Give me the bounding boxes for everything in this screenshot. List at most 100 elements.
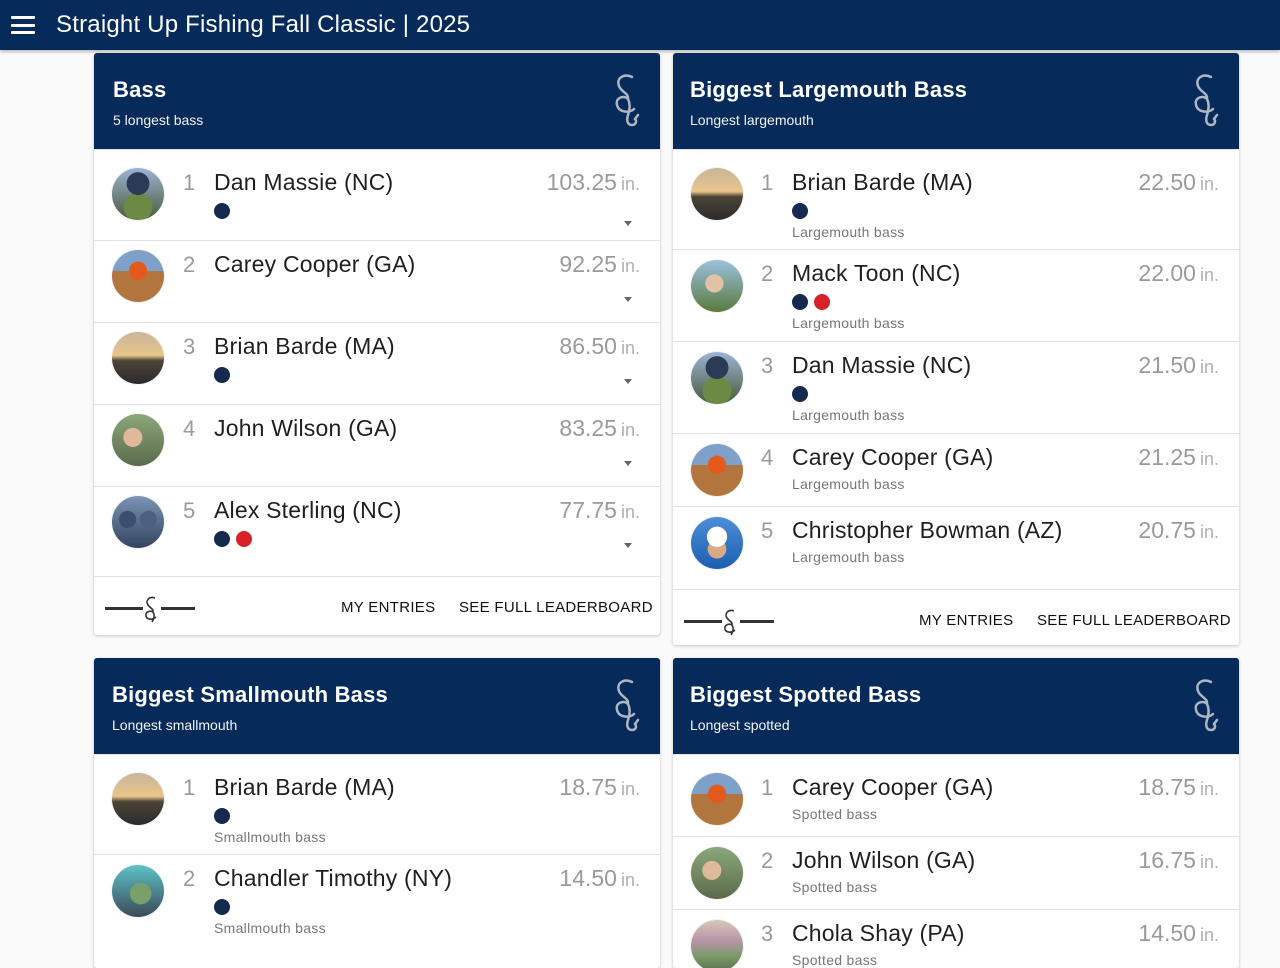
card-footer: MY ENTRIES SEE FULL LEADERBOARD bbox=[673, 589, 1239, 645]
score: 20.75 in. bbox=[1138, 517, 1219, 543]
list-item[interactable]: 4 John Wilson (GA) 83.25 in. bbox=[94, 404, 660, 486]
caret-down-icon[interactable] bbox=[624, 297, 632, 302]
caret-down-icon[interactable] bbox=[624, 221, 632, 226]
angler-name: Alex Sterling (NC) bbox=[214, 497, 402, 523]
card-header: Biggest Smallmouth Bass Longest smallmou… bbox=[94, 658, 660, 754]
rank: 3 bbox=[183, 334, 196, 359]
avatar bbox=[112, 496, 164, 548]
list-item[interactable]: 2 John Wilson (GA) 16.75 in. Spotted bass bbox=[673, 836, 1239, 909]
card-subtitle: Longest smallmouth bbox=[112, 717, 238, 733]
list-item[interactable]: 2 Carey Cooper (GA) 92.25 in. bbox=[94, 240, 660, 322]
angler-name: Dan Massie (NC) bbox=[792, 352, 972, 378]
list-item[interactable]: 1 Brian Barde (MA) 18.75 in. Smallmouth b… bbox=[94, 754, 660, 854]
fishing-chaos-badge-icon bbox=[214, 808, 230, 824]
rank: 2 bbox=[183, 252, 196, 277]
badges bbox=[214, 808, 230, 824]
lips-badge-icon bbox=[814, 294, 830, 310]
angler-name: Mack Toon (NC) bbox=[792, 260, 961, 286]
avatar bbox=[691, 847, 743, 899]
category-label: Smallmouth bass bbox=[214, 920, 326, 936]
fishing-chaos-badge-icon bbox=[792, 386, 808, 402]
list-item[interactable]: 1 Carey Cooper (GA) 18.75 in. Spotted bas… bbox=[673, 754, 1239, 836]
category-label: Largemouth bass bbox=[792, 476, 905, 492]
leaderboard-card-bass: Bass 5 longest bass 1 Dan Massie (NC) 10… bbox=[94, 53, 660, 635]
caret-down-icon[interactable] bbox=[624, 543, 632, 548]
leaderboard-card-smallmouth: Biggest Smallmouth Bass Longest smallmou… bbox=[94, 658, 660, 968]
rank: 1 bbox=[183, 775, 196, 800]
list-item[interactable]: 1 Dan Massie (NC) 103.25 in. bbox=[94, 149, 660, 240]
badges bbox=[214, 203, 230, 219]
list-item[interactable]: 2 Chandler Timothy (NY) 14.50 in. Smallmo… bbox=[94, 854, 660, 955]
avatar bbox=[691, 920, 743, 968]
angler-name: John Wilson (GA) bbox=[792, 847, 976, 873]
score: 16.75 in. bbox=[1138, 847, 1219, 873]
caret-down-icon[interactable] bbox=[624, 461, 632, 466]
list-item[interactable]: 2 Mack Toon (NC) 22.00 in. Largemouth bas… bbox=[673, 249, 1239, 341]
fishing-chaos-emblem-icon bbox=[615, 74, 640, 127]
fishing-chaos-badge-icon bbox=[214, 367, 230, 383]
rank: 1 bbox=[761, 775, 774, 800]
badges bbox=[214, 367, 230, 383]
rank: 5 bbox=[183, 498, 196, 523]
list-item[interactable]: 5 Christopher Bowman (AZ) 20.75 in. Large… bbox=[673, 506, 1239, 589]
avatar bbox=[691, 260, 743, 312]
fishing-chaos-badge-icon bbox=[214, 203, 230, 219]
card-title: Bass bbox=[113, 77, 167, 102]
list-item[interactable]: 4 Carey Cooper (GA) 21.25 in. Largemouth … bbox=[673, 433, 1239, 506]
rank: 4 bbox=[761, 445, 774, 470]
angler-name: Brian Barde (MA) bbox=[214, 774, 395, 800]
list-item[interactable]: 3 Chola Shay (PA) 14.50 in. Spotted bass bbox=[673, 909, 1239, 968]
angler-name: Brian Barde (MA) bbox=[792, 169, 973, 195]
score: 92.25 in. bbox=[559, 251, 640, 277]
rank: 1 bbox=[761, 170, 774, 195]
angler-name: Brian Barde (MA) bbox=[214, 333, 395, 359]
card-header: Biggest Spotted Bass Longest spotted bbox=[673, 658, 1239, 754]
score: 103.25 in. bbox=[546, 169, 640, 195]
list-item[interactable]: 3 Dan Massie (NC) 21.50 in. Largemouth ba… bbox=[673, 341, 1239, 433]
avatar bbox=[112, 168, 164, 220]
list-item[interactable]: 5 Alex Sterling (NC) 77.75 in. bbox=[94, 486, 660, 576]
score: 14.50 in. bbox=[559, 865, 640, 891]
app-title: Straight Up Fishing Fall Classic | 2025 bbox=[56, 11, 471, 38]
fishing-chaos-emblem-icon bbox=[615, 679, 640, 732]
category-label: Spotted bass bbox=[792, 952, 878, 968]
category-label: Largemouth bass bbox=[792, 407, 905, 423]
score: 22.50 in. bbox=[1138, 169, 1219, 195]
card-footer: MY ENTRIES SEE FULL LEADERBOARD bbox=[94, 576, 660, 635]
badges bbox=[792, 294, 830, 310]
caret-down-icon[interactable] bbox=[624, 379, 632, 384]
app-bar: Straight Up Fishing Fall Classic | 2025 bbox=[0, 0, 1280, 50]
see-full-leaderboard-button[interactable]: SEE FULL LEADERBOARD bbox=[1037, 612, 1231, 629]
score: 86.50 in. bbox=[559, 333, 640, 359]
hamburger-menu-icon[interactable] bbox=[11, 16, 35, 34]
angler-name: John Wilson (GA) bbox=[214, 415, 398, 441]
avatar bbox=[112, 332, 164, 384]
avatar bbox=[112, 773, 164, 825]
fishing-chaos-logo bbox=[684, 609, 774, 636]
angler-name: Dan Massie (NC) bbox=[214, 169, 394, 195]
card-title: Biggest Smallmouth Bass bbox=[112, 682, 388, 707]
card-title: Biggest Largemouth Bass bbox=[690, 77, 968, 102]
list-item[interactable]: 3 Brian Barde (MA) 86.50 in. bbox=[94, 322, 660, 404]
avatar bbox=[691, 517, 743, 569]
my-entries-button[interactable]: MY ENTRIES bbox=[919, 612, 1013, 629]
angler-name: Chola Shay (PA) bbox=[792, 920, 965, 946]
fishing-chaos-emblem-icon bbox=[1194, 74, 1219, 127]
avatar bbox=[691, 352, 743, 404]
fishing-chaos-logo bbox=[105, 596, 195, 623]
card-subtitle: 5 longest bass bbox=[113, 112, 204, 128]
score: 22.00 in. bbox=[1138, 260, 1219, 286]
angler-name: Christopher Bowman (AZ) bbox=[792, 517, 1063, 543]
card-subtitle: Longest largemouth bbox=[690, 112, 814, 128]
avatar bbox=[691, 773, 743, 825]
rank: 2 bbox=[761, 848, 774, 873]
card-subtitle: Longest spotted bbox=[690, 717, 790, 733]
score: 21.50 in. bbox=[1138, 352, 1219, 378]
my-entries-button[interactable]: MY ENTRIES bbox=[341, 599, 435, 616]
score: 18.75 in. bbox=[1138, 774, 1219, 800]
category-label: Largemouth bass bbox=[792, 224, 905, 240]
category-label: Spotted bass bbox=[792, 806, 878, 822]
see-full-leaderboard-button[interactable]: SEE FULL LEADERBOARD bbox=[459, 599, 653, 616]
list-item[interactable]: 1 Brian Barde (MA) 22.50 in. Largemouth b… bbox=[673, 149, 1239, 249]
category-label: Smallmouth bass bbox=[214, 829, 326, 845]
